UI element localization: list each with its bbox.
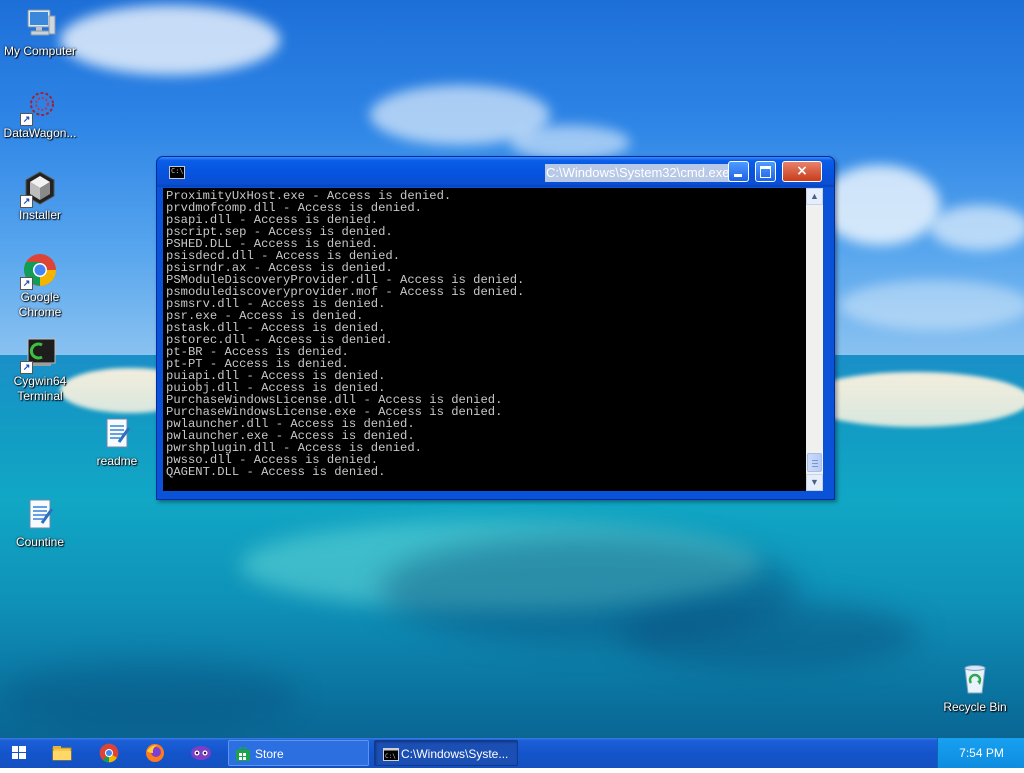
console-output[interactable]: ProximityUxHost.exe - Access is denied. p… xyxy=(163,188,806,491)
shortcut-arrow-icon: ↗ xyxy=(20,277,33,290)
chrome-icon: ↗ xyxy=(20,252,58,290)
file-explorer-icon[interactable] xyxy=(50,741,74,765)
taskbar-button-label: C:\Windows\Syste... xyxy=(401,747,509,761)
desktop-icon-label: Countine xyxy=(15,535,65,549)
window-title: C:\Windows\System32\cmd.exe xyxy=(545,164,731,182)
label-line: Google xyxy=(20,290,60,304)
taskbar-button-label: Store xyxy=(255,747,284,761)
cmd-icon: C:\ xyxy=(383,748,399,761)
datawagon-icon: ↗ xyxy=(20,88,58,126)
chevron-up-icon: ▲ xyxy=(810,191,819,201)
desktop-icon-installer[interactable]: ↗ Installer xyxy=(0,170,80,223)
cmd-window[interactable]: C:\ C:\Windows\System32\cmd.exe × Proxim… xyxy=(156,156,835,500)
notepad-document-icon xyxy=(99,416,135,452)
taskbar-button-cmd[interactable]: C:\ C:\Windows\Syste... xyxy=(374,740,518,766)
desktop-icon-label: Recycle Bin xyxy=(943,700,1007,714)
shortcut-arrow-icon: ↗ xyxy=(20,113,33,126)
taskbar: Store C:\ C:\Windows\Syste... 7:54 PM xyxy=(0,738,1024,768)
start-button[interactable] xyxy=(0,738,38,768)
cmd-icon[interactable]: C:\ xyxy=(169,166,185,179)
shortcut-arrow-icon: ↗ xyxy=(20,361,33,374)
reef-shadow xyxy=(620,600,920,670)
vertical-scrollbar[interactable]: ▲ ▼ xyxy=(806,188,823,491)
desktop-icon-recycle-bin[interactable]: Recycle Bin xyxy=(935,662,1015,715)
desktop-icon-cygwin64-terminal[interactable]: ↗ Cygwin64 Terminal xyxy=(0,336,80,404)
scroll-up-button[interactable]: ▲ xyxy=(806,188,823,205)
cloud xyxy=(840,280,1024,330)
label-line: Cygwin64 xyxy=(13,374,67,388)
firefox-icon[interactable] xyxy=(143,741,167,765)
console-line: QAGENT.DLL - Access is denied. xyxy=(166,465,386,479)
recycle-bin-icon xyxy=(957,662,993,698)
system-tray[interactable]: 7:54 PM xyxy=(937,738,1024,768)
close-button[interactable]: × xyxy=(782,161,822,182)
clock[interactable]: 7:54 PM xyxy=(938,738,1024,768)
chrome-icon[interactable] xyxy=(97,741,121,765)
computer-icon xyxy=(22,6,58,42)
windows-start-icon xyxy=(12,746,26,759)
desktop-icon-datawagon[interactable]: ↗ DataWagon... xyxy=(0,88,80,141)
desktop-icon-label: Installer xyxy=(18,208,62,222)
desktop-icon-label: Cygwin64 Terminal xyxy=(0,374,80,404)
cloud xyxy=(510,125,630,160)
desktop-icon-google-chrome[interactable]: ↗ Google Chrome xyxy=(0,252,80,320)
installer-icon: ↗ xyxy=(20,170,58,208)
cloud xyxy=(820,165,940,245)
cloud xyxy=(930,205,1024,250)
desktop-icon-label: readme xyxy=(96,454,138,468)
window-title-bar[interactable]: C:\ C:\Windows\System32\cmd.exe × xyxy=(157,157,834,187)
desktop-icon-my-computer[interactable]: My Computer xyxy=(0,6,80,59)
taskbar-button-store[interactable]: Store xyxy=(228,740,369,766)
close-icon: × xyxy=(796,163,808,179)
scroll-down-button[interactable]: ▼ xyxy=(806,474,823,491)
label-line: Chrome xyxy=(18,305,62,319)
label-line: Terminal xyxy=(17,389,63,403)
maximize-button[interactable] xyxy=(755,161,776,182)
desktop-icon-readme[interactable]: readme xyxy=(77,416,157,469)
svg-text:C:\: C:\ xyxy=(385,753,396,760)
cloud xyxy=(60,5,280,75)
minimize-button[interactable] xyxy=(728,161,749,182)
desktop-icon-label: My Computer xyxy=(3,44,77,58)
tor-browser-icon[interactable] xyxy=(189,741,213,765)
shortcut-arrow-icon: ↗ xyxy=(20,195,33,208)
minimize-icon xyxy=(734,174,742,177)
desktop-icon-countine[interactable]: Countine xyxy=(0,497,80,550)
desktop-icon-label: DataWagon... xyxy=(3,126,77,140)
cygwin-terminal-icon: ↗ xyxy=(20,336,58,374)
chevron-down-icon: ▼ xyxy=(810,477,819,487)
console-lines: ProximityUxHost.exe - Access is denied. p… xyxy=(163,188,806,478)
maximize-icon xyxy=(760,166,771,178)
store-icon xyxy=(236,747,250,761)
scrollbar-thumb[interactable] xyxy=(807,453,822,472)
notepad-document-icon xyxy=(22,497,58,533)
reef-shadow xyxy=(0,660,300,730)
desktop-icon-label: Google Chrome xyxy=(0,290,80,320)
